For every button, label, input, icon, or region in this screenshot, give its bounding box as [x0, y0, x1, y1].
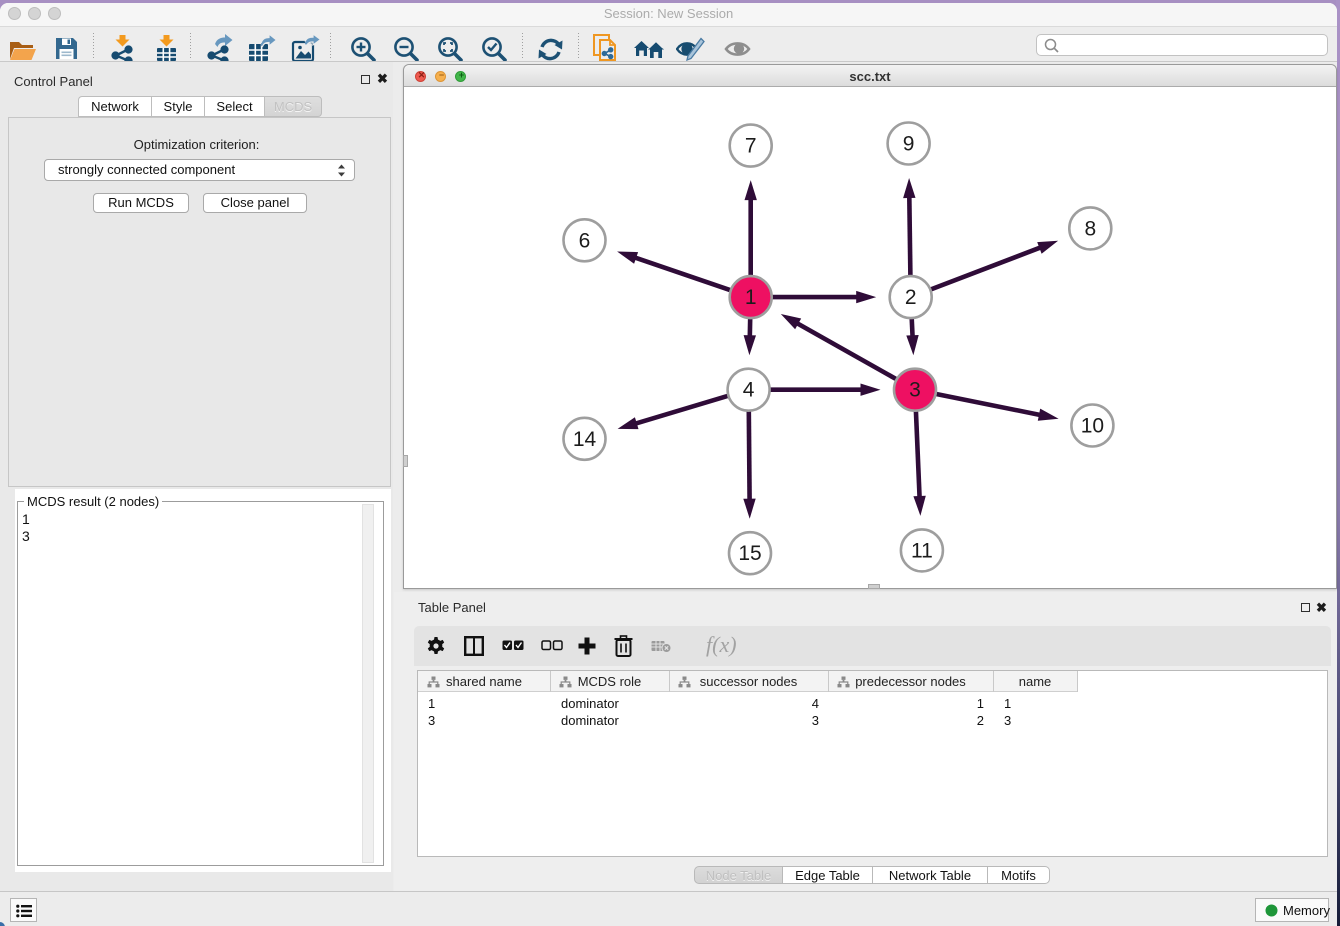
svg-text:11: 11: [911, 539, 933, 562]
svg-text:4: 4: [743, 379, 755, 402]
svg-text:3: 3: [909, 379, 921, 402]
svg-text:7: 7: [745, 135, 757, 158]
svg-text:10: 10: [1081, 415, 1104, 438]
svg-text:9: 9: [903, 133, 915, 156]
svg-text:6: 6: [579, 229, 591, 252]
svg-text:14: 14: [573, 428, 597, 451]
svg-text:2: 2: [905, 286, 917, 309]
svg-text:15: 15: [738, 542, 761, 565]
svg-text:8: 8: [1084, 217, 1096, 240]
svg-text:1: 1: [745, 286, 757, 309]
